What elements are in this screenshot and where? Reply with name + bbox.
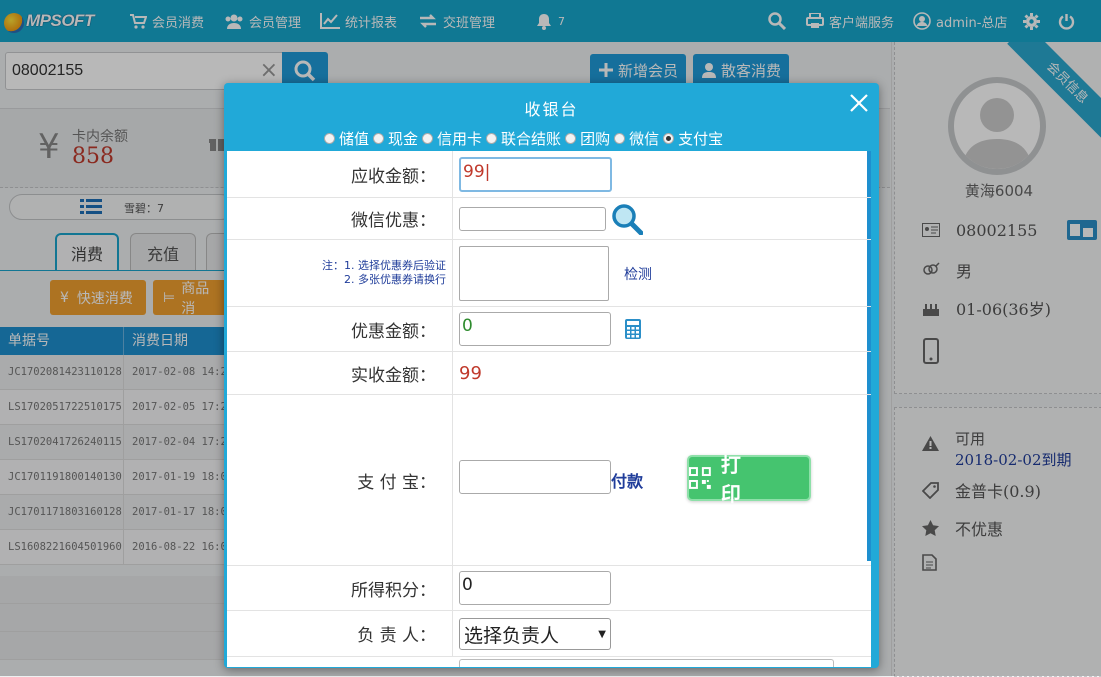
person-select[interactable]: 选择负责人 ▼: [459, 618, 611, 650]
row-alipay: 支 付 宝： 付款 打 印: [227, 395, 871, 566]
pay-type-0[interactable]: 储值: [324, 128, 369, 149]
coupon-search-icon[interactable]: [611, 203, 643, 235]
row-wechat-coupon: 微信优惠：: [227, 198, 871, 240]
discount-input[interactable]: 0: [459, 312, 611, 346]
row-discount: 优惠金额： 0: [227, 307, 871, 352]
pay-type-2[interactable]: 信用卡: [422, 128, 482, 149]
note-line-2: 2. 多张优惠券请换行: [344, 273, 446, 286]
pay-type-3[interactable]: 联合结账: [486, 128, 561, 149]
row-points: 所得积分： 0: [227, 566, 871, 611]
dialog-title: 收银台: [524, 100, 579, 119]
radio-icon[interactable]: [373, 132, 385, 144]
qrcode-icon: [689, 467, 711, 489]
caret-down-icon: ▼: [598, 628, 606, 640]
row-person: 负 责 人： 选择负责人 ▼: [227, 611, 871, 657]
radio-icon[interactable]: [663, 132, 675, 144]
pay-type-5[interactable]: 微信: [614, 128, 659, 149]
pay-type-4[interactable]: 团购: [565, 128, 610, 149]
note-line-1: 注：1. 选择优惠券后验证: [322, 259, 446, 272]
row-coupon-note: 注：1. 选择优惠券后验证 2. 多张优惠券请换行 检测: [227, 240, 871, 307]
radio-icon[interactable]: [486, 132, 498, 144]
next-field-input[interactable]: [459, 659, 834, 667]
alipay-code-input[interactable]: [459, 460, 611, 494]
receivable-input[interactable]: 99|: [459, 157, 612, 192]
radio-icon[interactable]: [565, 132, 577, 144]
pay-type-1[interactable]: 现金: [373, 128, 418, 149]
pay-type-6[interactable]: 支付宝: [663, 128, 723, 149]
calculator-icon[interactable]: [625, 319, 641, 339]
pay-link[interactable]: 付款: [611, 468, 643, 492]
points-input[interactable]: 0: [459, 571, 611, 605]
wechat-coupon-input[interactable]: [459, 207, 606, 231]
check-coupon-link[interactable]: 检测: [624, 264, 652, 284]
radio-icon[interactable]: [614, 132, 626, 144]
print-button[interactable]: 打 印: [687, 453, 811, 506]
dialog-body: 应收金额： 99| 微信优惠： 注：1. 选择优惠券后验证 2. 多张优惠券请换…: [227, 151, 871, 667]
radio-icon[interactable]: [422, 132, 434, 144]
pay-type-radios: 储值 现金 信用卡 联合结账 团购 微信 支付宝: [324, 127, 727, 149]
radio-icon[interactable]: [324, 132, 335, 144]
row-receivable: 应收金额： 99|: [227, 151, 871, 198]
checkout-dialog: 收银台 储值 现金 信用卡 联合结账 团购 微信 支付宝 应收金额： 99| 微信优惠： 注…: [224, 83, 879, 668]
actual-amount: 99: [459, 363, 482, 384]
close-button[interactable]: [849, 93, 869, 117]
coupon-code-textarea[interactable]: [459, 246, 609, 301]
row-actual: 实收金额： 99: [227, 352, 871, 395]
close-icon: [850, 94, 868, 112]
